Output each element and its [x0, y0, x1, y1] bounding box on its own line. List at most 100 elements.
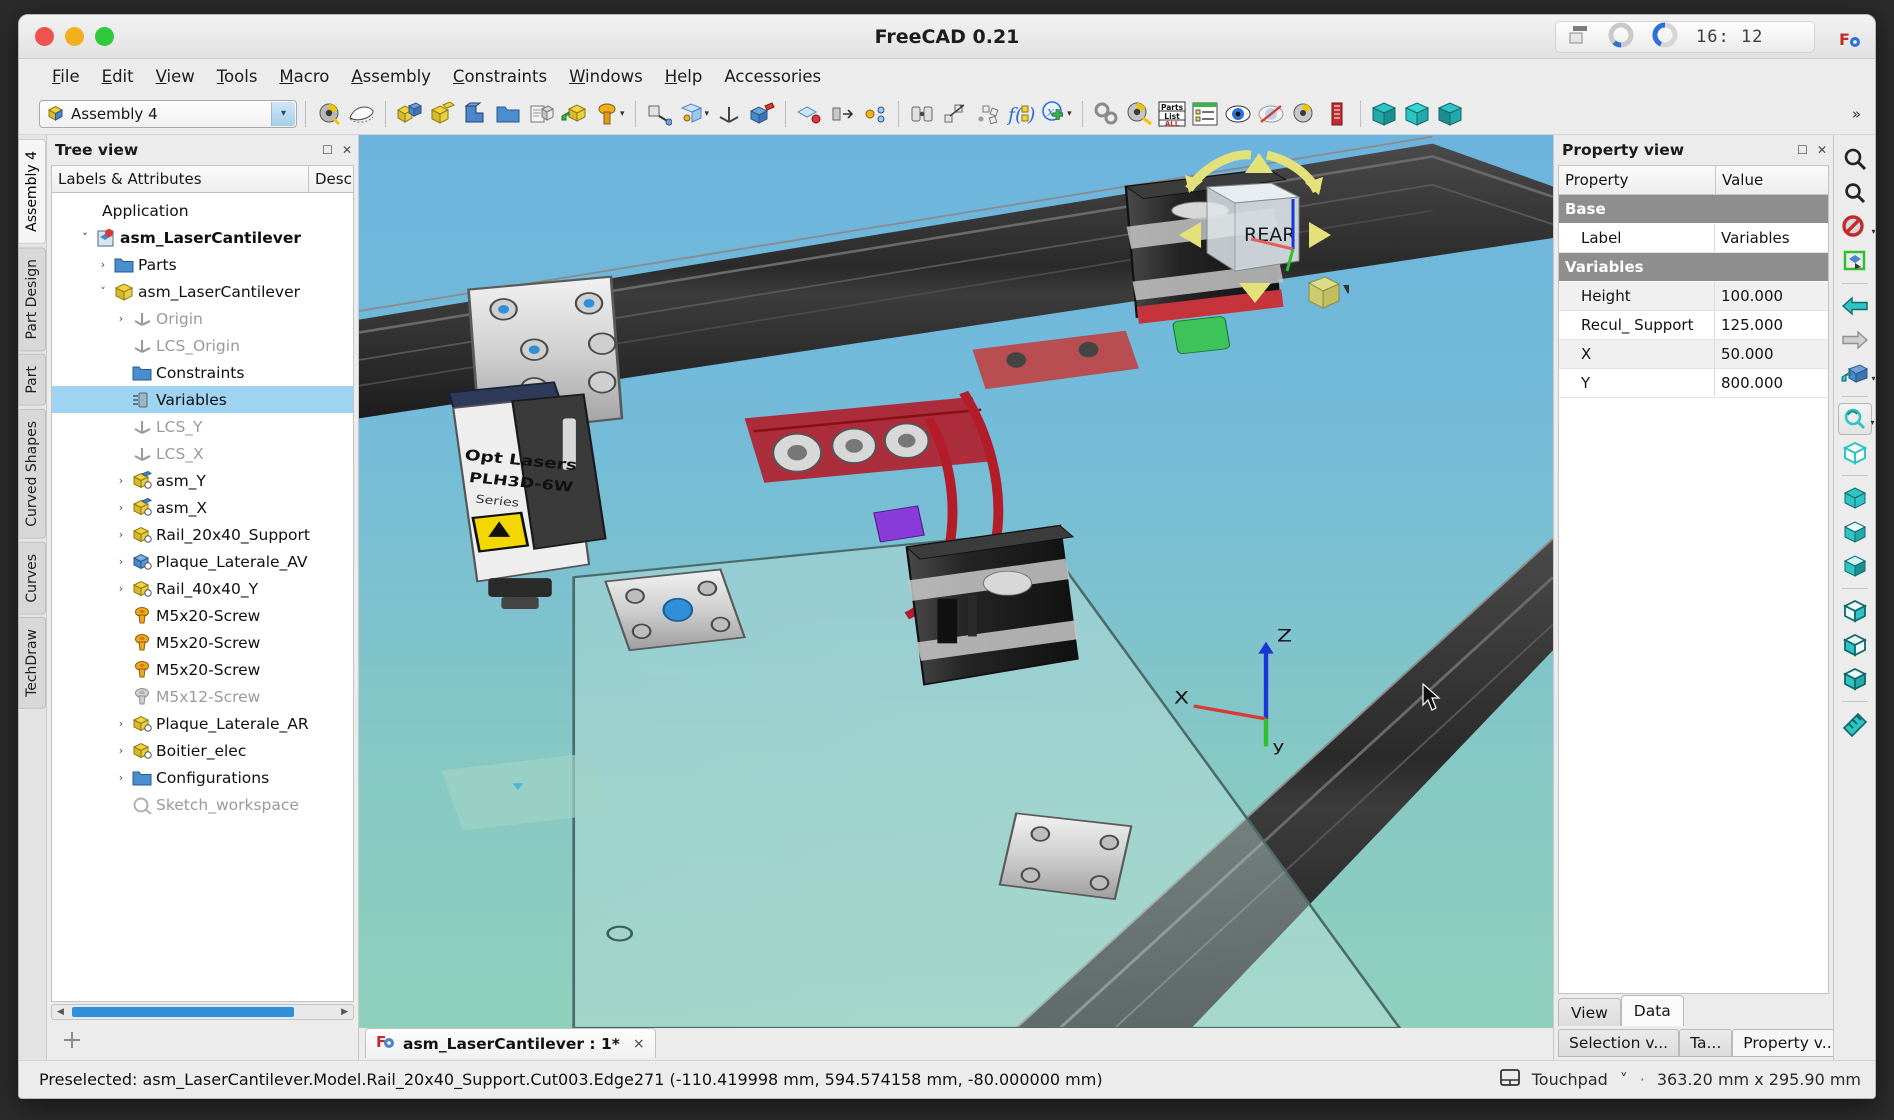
- scroll-right-icon[interactable]: ▶: [341, 1007, 348, 1017]
- menu-view[interactable]: View: [147, 64, 204, 89]
- expression-icon[interactable]: f( ): [1006, 99, 1036, 129]
- tree-node-m5x20-screw[interactable]: M5x20-Screw: [52, 656, 353, 683]
- material-icon[interactable]: [1289, 99, 1319, 129]
- tree-node-plaque-laterale-av[interactable]: › Plaque_Laterale_AV: [52, 548, 353, 575]
- bottom-view-icon[interactable]: [1838, 629, 1872, 661]
- fastener-icon[interactable]: [592, 99, 622, 129]
- collapse-arrow-icon[interactable]: ›: [112, 744, 130, 757]
- close-button[interactable]: [35, 27, 54, 46]
- add-icon[interactable]: [61, 1029, 83, 1055]
- left-view-icon[interactable]: [1838, 663, 1872, 695]
- tab-view[interactable]: View: [1558, 998, 1621, 1026]
- tree-node-m5x20-screw[interactable]: M5x20-Screw: [52, 602, 353, 629]
- tree-node-asm-x[interactable]: › asm_X: [52, 494, 353, 521]
- open-folder-icon[interactable]: [493, 99, 523, 129]
- tree-node-parts[interactable]: › Parts: [52, 251, 353, 278]
- part-view-caret[interactable]: ▾: [1871, 374, 1875, 383]
- windows-icon[interactable]: [1568, 25, 1590, 49]
- tree-list-icon[interactable]: [1190, 99, 1220, 129]
- menu-windows[interactable]: Windows: [560, 64, 652, 89]
- property-value[interactable]: 125.000: [1715, 316, 1828, 334]
- placement-icon[interactable]: [644, 99, 674, 129]
- attachment-caret[interactable]: ▾: [705, 109, 710, 119]
- display-mode-icon[interactable]: [1322, 99, 1352, 129]
- menu-tools[interactable]: Tools: [208, 64, 267, 89]
- rear-view-icon[interactable]: [1838, 595, 1872, 627]
- close-icon[interactable]: ✕: [1817, 143, 1827, 157]
- tree-node-variables[interactable]: Variables: [52, 386, 353, 413]
- donut-chart-filled-icon[interactable]: [1652, 22, 1678, 52]
- menu-constraints[interactable]: Constraints: [444, 64, 556, 89]
- tree-node-lcs-x[interactable]: LCS_X: [52, 440, 353, 467]
- draw-style-caret[interactable]: ▾: [1871, 227, 1875, 236]
- axonometric-icon[interactable]: [1838, 437, 1872, 469]
- navigation-cube[interactable]: REAR: [1159, 143, 1353, 333]
- tree-node-boitier-elec[interactable]: › Boitier_elec: [52, 737, 353, 764]
- measure-ruler-icon[interactable]: [1838, 708, 1872, 740]
- front-view-icon[interactable]: [1838, 482, 1872, 514]
- view-top-icon[interactable]: [1402, 99, 1432, 129]
- array-icon[interactable]: [973, 99, 1003, 129]
- measure-icon[interactable]: [314, 99, 344, 129]
- tree-node-lcs-y[interactable]: LCS_Y: [52, 413, 353, 440]
- scrollbar-thumb[interactable]: [72, 1007, 294, 1017]
- property-value[interactable]: 800.000: [1715, 374, 1828, 392]
- tree-node-asm-y[interactable]: › asm_Y: [52, 467, 353, 494]
- eye-icon[interactable]: [1223, 99, 1253, 129]
- property-row[interactable]: Label Variables: [1559, 224, 1828, 253]
- refresh-view-icon[interactable]: ▾: [1837, 403, 1875, 435]
- variable-caret[interactable]: ▾: [1067, 109, 1072, 119]
- column-labels-attributes[interactable]: Labels & Attributes: [52, 170, 308, 188]
- donut-chart-icon[interactable]: [1608, 22, 1634, 52]
- zoom-selection-icon[interactable]: [1838, 177, 1872, 209]
- property-row[interactable]: Height 100.000: [1559, 282, 1828, 311]
- tab-data[interactable]: Data: [1620, 995, 1684, 1026]
- fastener-dropdown-caret[interactable]: ▾: [620, 109, 625, 119]
- import-part-icon[interactable]: [526, 99, 556, 129]
- tree-node-sketch-workspace[interactable]: Sketch_workspace: [52, 791, 353, 818]
- tab-assembly-4[interactable]: Assembly 4: [19, 139, 46, 244]
- tab-part[interactable]: Part: [19, 354, 46, 406]
- float-icon[interactable]: ☐: [1797, 143, 1808, 157]
- constraint-point-icon[interactable]: [860, 99, 890, 129]
- hide-icon[interactable]: [1256, 99, 1286, 129]
- tree-horizontal-scrollbar[interactable]: ◀ ▶: [51, 1004, 354, 1020]
- right-view-icon[interactable]: [1838, 550, 1872, 582]
- tree-node-asm-lasercantilever[interactable]: ˅ asm_LaserCantilever: [52, 278, 353, 305]
- nav-style-label[interactable]: Touchpad: [1532, 1070, 1608, 1089]
- float-icon[interactable]: ☐: [322, 143, 333, 157]
- menu-accessories[interactable]: Accessories: [715, 64, 830, 89]
- parts-list-icon[interactable]: Parts List ALL: [1157, 99, 1187, 129]
- collapse-arrow-icon[interactable]: ›: [112, 312, 130, 325]
- tree-node-asm-lasercantilever[interactable]: ˅ asm_LaserCantilever: [52, 224, 353, 251]
- menu-help[interactable]: Help: [656, 64, 712, 89]
- top-view-icon[interactable]: [1838, 516, 1872, 548]
- collapse-arrow-icon[interactable]: ›: [112, 717, 130, 730]
- maximize-button[interactable]: [95, 27, 114, 46]
- tree-node-origin[interactable]: › Origin: [52, 305, 353, 332]
- tab-techdraw[interactable]: TechDraw: [19, 617, 46, 710]
- attachment-icon[interactable]: [677, 99, 707, 129]
- property-table[interactable]: Property Value Base Label Variables Variabl…: [1558, 165, 1829, 994]
- new-part-icon[interactable]: [427, 99, 457, 129]
- view-iso-icon[interactable]: [1435, 99, 1465, 129]
- menu-assembly[interactable]: Assembly: [342, 64, 440, 89]
- constraint-plane-icon[interactable]: [794, 99, 824, 129]
- tree-node-m5x20-screw[interactable]: M5x20-Screw: [52, 629, 353, 656]
- collapse-arrow-icon[interactable]: ›: [112, 771, 130, 784]
- tree-node-rail-40x40-y[interactable]: › Rail_40x40_Y: [52, 575, 353, 602]
- tree-node-application[interactable]: Application: [52, 197, 353, 224]
- column-property[interactable]: Property: [1559, 171, 1715, 189]
- tree-node-configurations[interactable]: › Configurations: [52, 764, 353, 791]
- collapse-arrow-icon[interactable]: ›: [94, 258, 112, 271]
- tree-node-lcs-origin[interactable]: LCS_Origin: [52, 332, 353, 359]
- constraint-axis-icon[interactable]: [827, 99, 857, 129]
- document-tab-close-icon[interactable]: ×: [633, 1036, 645, 1052]
- gears-icon[interactable]: [1091, 99, 1121, 129]
- link-part-icon[interactable]: [559, 99, 589, 129]
- expand-arrow-icon[interactable]: ˅: [76, 231, 94, 244]
- collapse-arrow-icon[interactable]: ›: [112, 474, 130, 487]
- collapse-arrow-icon[interactable]: ›: [112, 582, 130, 595]
- minimize-button[interactable]: [65, 27, 84, 46]
- view-front-icon[interactable]: [1369, 99, 1399, 129]
